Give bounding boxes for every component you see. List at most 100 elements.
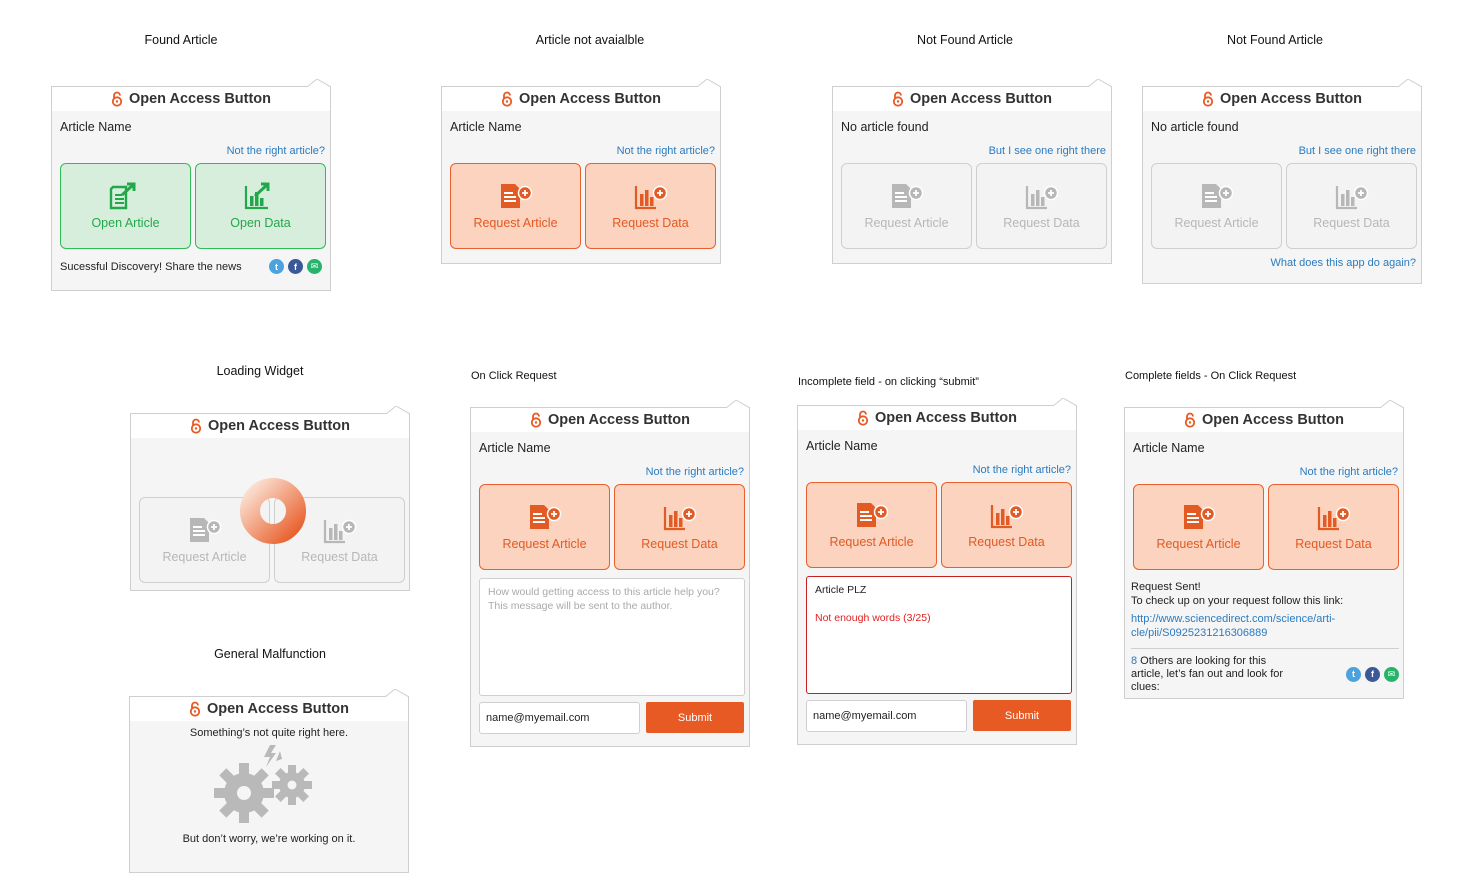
email-field[interactable]: name@myemail.com [479,702,640,734]
fold-corner [1088,79,1112,87]
widget-header: Open Access Button [52,87,330,111]
open-article-label: Open Article [91,216,160,230]
request-data-icon [990,501,1024,529]
request-data-button[interactable]: Request Data [614,484,745,570]
facebook-icon[interactable]: f [1365,667,1380,682]
lock-icon [111,91,123,107]
fold-corner [1053,398,1077,406]
widget-complete: Open Access Button Article Name Not the … [1124,407,1404,699]
message-textarea-error[interactable]: Article PLZ Not enough words (3/25) [806,576,1072,694]
lock-icon [1184,412,1196,428]
no-article-text: No article found [1151,120,1239,134]
fold-corner [1398,79,1422,87]
request-data-button[interactable]: Request Data [585,163,716,249]
lock-icon [1202,91,1214,107]
others-looking-text: 8 Others are looking for this article, l… [1131,655,1301,694]
request-article-icon [855,501,889,529]
open-article-icon [109,182,143,210]
request-article-label: Request Article [829,535,914,549]
document-icon [890,182,924,210]
caption-not-available: Article not avaialble [535,33,645,47]
lock-icon [530,412,542,428]
request-article-label: Request Article [1156,537,1241,551]
article-name: Article Name [450,120,522,134]
twitter-icon[interactable]: t [1346,667,1361,682]
request-url-link[interactable]: http://www.sciencedirect.com/science/art… [1131,612,1335,640]
request-article-button[interactable]: Request Article [479,484,610,570]
lock-icon [501,91,513,107]
wrong-article-link[interactable]: Not the right article? [1125,462,1403,480]
request-data-button[interactable]: Request Data [941,482,1072,568]
request-data-label: Request Data [641,537,718,551]
request-article-icon [499,182,533,210]
open-data-button[interactable]: Open Data [195,163,326,249]
widget-not-available: Open Access Button Article Name Not the … [441,86,721,264]
request-data-label: Request Data [968,535,1045,549]
request-article-button[interactable]: Request Article [1133,484,1264,570]
message-textarea[interactable]: How would getting access to this article… [479,578,745,696]
request-article-label: Request Article [502,537,587,551]
found-one-link[interactable]: But I see one right there [1143,141,1421,159]
email-icon[interactable]: ✉ [1384,667,1399,682]
about-app-link[interactable]: What does this app do again? [1143,249,1421,275]
email-field[interactable]: name@myemail.com [806,700,967,732]
twitter-icon[interactable]: t [269,259,284,274]
request-article-icon [1182,503,1216,531]
request-data-label: Request Data [1003,216,1080,230]
request-article-icon [528,503,562,531]
lock-icon [857,410,869,426]
request-article-label: Request Article [864,216,949,230]
no-article-text: No article found [841,120,929,134]
request-article-label: Request Article [1174,216,1259,230]
brand-title: Open Access Button [874,410,1018,426]
request-data-icon [634,182,668,210]
request-article-label: Request Article [162,550,247,564]
bar-chart-icon [1335,182,1369,210]
fold-corner [307,79,331,87]
fold-corner [386,406,410,414]
wrong-article-link[interactable]: Not the right article? [442,141,720,159]
caption-found: Found Article [144,33,218,47]
widget-malfunction: Open Access Button Something’s not quite… [129,696,409,873]
request-data-label: Request Data [612,216,689,230]
request-article-label: Request Article [473,216,558,230]
fold-corner [726,400,750,408]
fold-corner [1380,400,1404,408]
brand-title: Open Access Button [1219,91,1363,107]
email-icon[interactable]: ✉ [307,259,322,274]
request-data-label: Request Data [1295,537,1372,551]
brand-title: Open Access Button [518,91,662,107]
open-article-button[interactable]: Open Article [60,163,191,249]
brand-title: Open Access Button [206,701,350,717]
caption-not-found-2: Not Found Article [1227,33,1323,47]
caption-loading: Loading Widget [216,364,304,378]
document-icon [1200,182,1234,210]
caption-complete: Complete fields - On Click Request [1125,370,1297,382]
brand-title: Open Access Button [128,91,272,107]
facebook-icon[interactable]: f [288,259,303,274]
widget-header: Open Access Button [131,414,409,438]
article-name: Article Name [1133,441,1205,455]
request-data-label: Request Data [1313,216,1390,230]
request-data-button[interactable]: Request Data [1268,484,1399,570]
lock-icon [189,701,201,717]
request-article-button[interactable]: Request Article [450,163,581,249]
request-data-button-disabled: Request Data [976,163,1107,249]
wrong-article-link[interactable]: Not the right article? [52,141,330,159]
caption-incomplete: Incomplete field - on clicking “submit” [798,376,979,388]
article-name: Article Name [806,439,878,453]
widget-loading: Open Access Button Request Article Reque… [130,413,410,591]
request-sent-title: Request Sent! [1131,581,1201,593]
broken-gears-icon [214,745,312,823]
malfunction-text-2: But don’t worry, we’re working on it. [182,833,356,845]
submit-button[interactable]: Submit [646,702,744,733]
submit-button[interactable]: Submit [973,700,1071,731]
bar-chart-icon [323,516,357,544]
request-article-button[interactable]: Request Article [806,482,937,568]
wrong-article-link[interactable]: Not the right article? [471,462,749,480]
found-one-link[interactable]: But I see one right there [833,141,1111,159]
follow-text: To check up on your request follow this … [1131,595,1344,607]
share-text: Sucessful Discovery! Share the news [60,260,242,273]
wrong-article-link[interactable]: Not the right article? [798,460,1076,478]
share-buttons: t f ✉ [1346,667,1399,682]
